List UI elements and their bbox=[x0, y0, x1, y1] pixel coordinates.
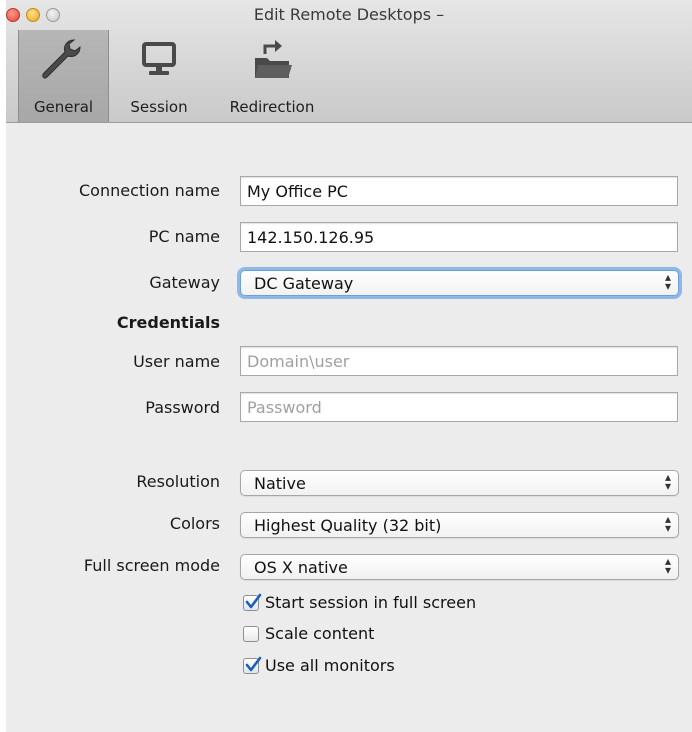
connection-name-label: Connection name bbox=[79, 181, 220, 200]
colors-select[interactable]: Highest Quality (32 bit) ▴ ▾ bbox=[240, 512, 679, 538]
resolution-label: Resolution bbox=[136, 472, 220, 491]
start-session-full-screen-label: Start session in full screen bbox=[265, 593, 477, 612]
full-screen-mode-label: Full screen mode bbox=[83, 556, 220, 575]
colors-label: Colors bbox=[169, 514, 220, 533]
scale-content-checkbox[interactable] bbox=[243, 626, 259, 642]
toolbar: Edit Remote Desktops – General Session R… bbox=[6, 0, 692, 123]
folder-redirect-icon bbox=[216, 34, 328, 80]
tab-session-label: Session bbox=[130, 98, 188, 116]
pc-name-field[interactable] bbox=[240, 222, 678, 252]
tab-general-label: General bbox=[33, 98, 94, 116]
scale-content-label: Scale content bbox=[265, 624, 375, 643]
resolution-select[interactable]: Native ▴ ▾ bbox=[240, 470, 679, 496]
tab-session[interactable]: Session bbox=[118, 30, 200, 122]
tab-general[interactable]: General bbox=[18, 30, 109, 122]
gateway-label: Gateway bbox=[149, 273, 220, 292]
gateway-select-value: DC Gateway bbox=[254, 274, 354, 293]
use-all-monitors-checkbox[interactable] bbox=[243, 656, 262, 674]
tab-redirection[interactable]: Redirection bbox=[216, 30, 328, 122]
full-screen-mode-select-value: OS X native bbox=[254, 558, 348, 577]
wrench-icon bbox=[18, 34, 109, 80]
password-field[interactable] bbox=[240, 392, 678, 422]
user-name-field[interactable] bbox=[240, 346, 678, 376]
up-down-arrows-icon: ▴ ▾ bbox=[664, 270, 671, 293]
password-label: Password bbox=[145, 398, 220, 417]
window-title: Edit Remote Desktops – bbox=[253, 5, 445, 24]
credentials-heading: Credentials bbox=[116, 313, 220, 332]
pc-name-label: PC name bbox=[148, 227, 220, 246]
edit-remote-desktops-window: Edit Remote Desktops – General Session R… bbox=[6, 0, 692, 732]
up-down-arrows-icon: ▴ ▾ bbox=[664, 470, 671, 493]
gateway-select[interactable]: DC Gateway ▴ ▾ bbox=[240, 270, 679, 296]
user-name-label: User name bbox=[133, 352, 220, 371]
resolution-select-value: Native bbox=[254, 474, 306, 493]
monitor-icon bbox=[118, 34, 200, 80]
colors-select-value: Highest Quality (32 bit) bbox=[254, 516, 442, 535]
tab-redirection-label: Redirection bbox=[229, 98, 315, 116]
use-all-monitors-label: Use all monitors bbox=[265, 656, 395, 675]
full-screen-mode-select[interactable]: OS X native ▴ ▾ bbox=[240, 554, 679, 580]
start-session-full-screen-checkbox[interactable] bbox=[243, 593, 262, 611]
up-down-arrows-icon: ▴ ▾ bbox=[664, 554, 671, 577]
connection-name-field[interactable] bbox=[240, 176, 678, 206]
up-down-arrows-icon: ▴ ▾ bbox=[664, 512, 671, 535]
